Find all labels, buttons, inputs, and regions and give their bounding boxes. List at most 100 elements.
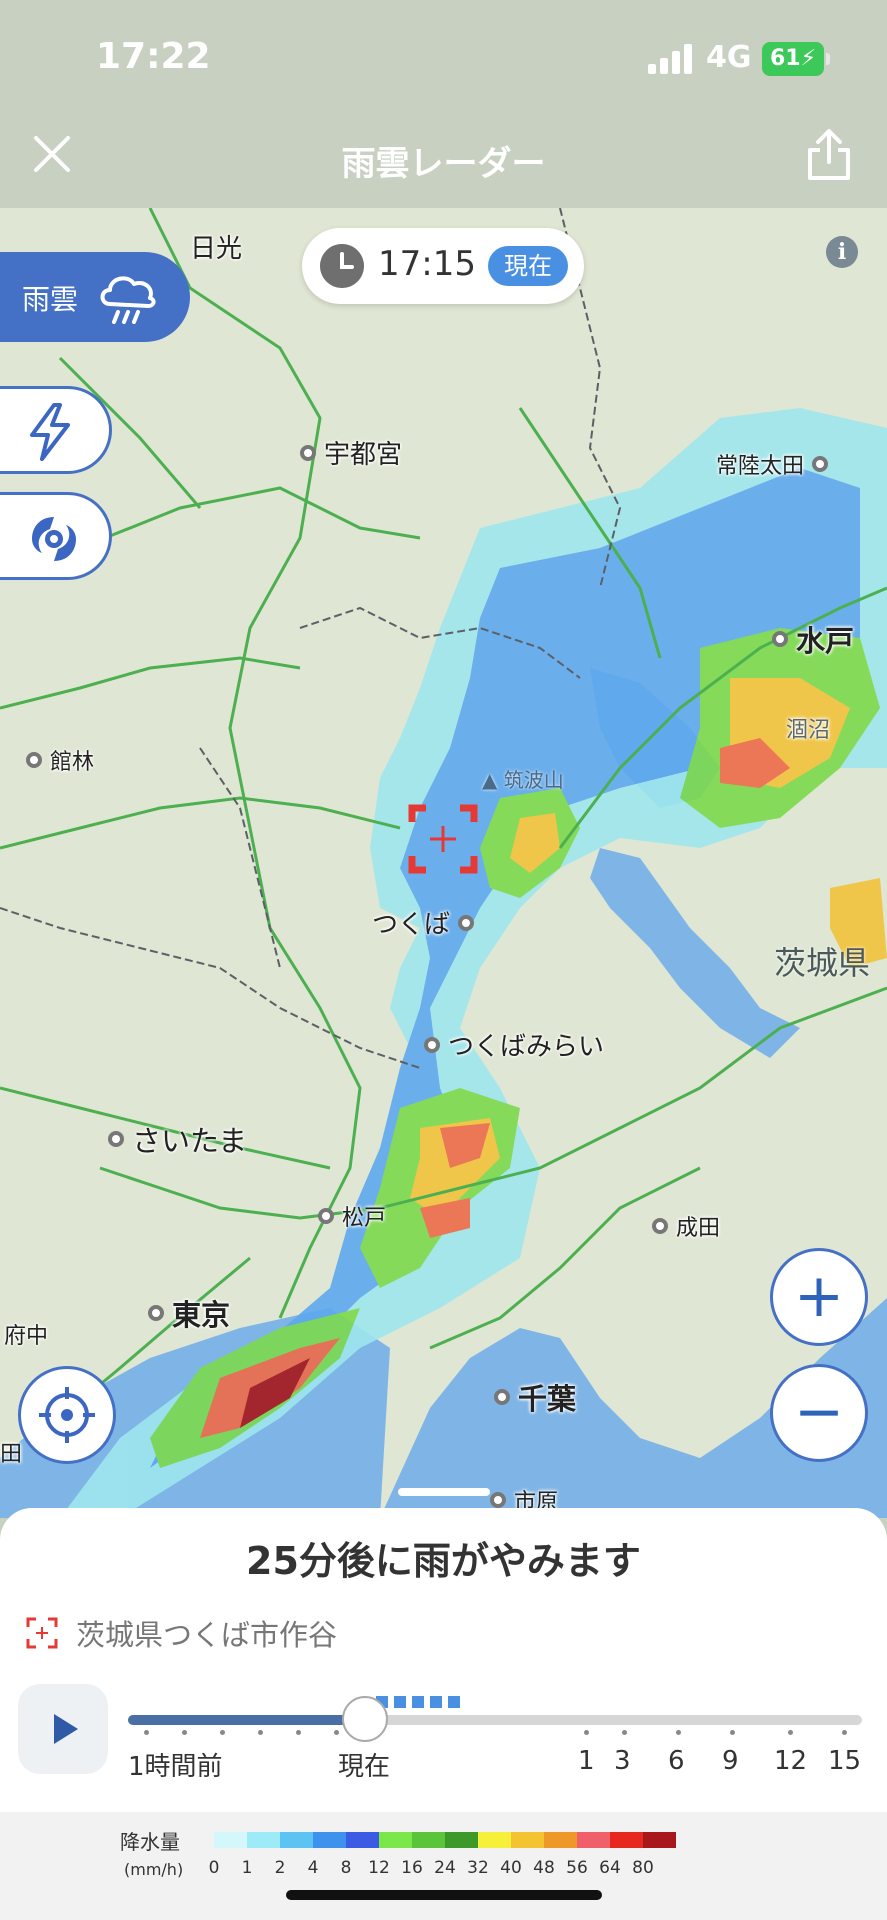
sheet-handle[interactable] <box>398 1488 490 1496</box>
zoom-out-button[interactable]: − <box>770 1364 868 1462</box>
timeline-tick <box>788 1730 793 1735</box>
timeline-tick <box>676 1730 681 1735</box>
city-label: つくばみらい <box>448 1032 605 1062</box>
layer-lightning-button[interactable] <box>0 386 112 474</box>
city-mito: 水戸 <box>772 618 854 660</box>
legend-swatch <box>478 1832 511 1848</box>
layer-rain-label: 雨雲 <box>22 283 79 316</box>
legend-value: 56 <box>566 1858 588 1878</box>
legend-value: 2 <box>274 1858 286 1878</box>
legend-swatch <box>412 1832 445 1848</box>
timeline-label: 6 <box>668 1746 685 1776</box>
layer-rain-button[interactable]: 雨雲 <box>0 252 190 342</box>
timeline-slider[interactable] <box>128 1715 862 1725</box>
city-chiba: 千葉 <box>494 1376 576 1418</box>
city-dot <box>424 1036 440 1053</box>
timeline-label: 現在 <box>338 1752 391 1782</box>
location-target-icon <box>408 804 478 874</box>
forecast-marker <box>448 1696 460 1708</box>
app-header: 雨雲レーダー <box>0 118 887 208</box>
typhoon-icon <box>32 517 76 561</box>
timeline-tick <box>258 1730 263 1735</box>
legend-swatch <box>511 1832 544 1848</box>
current-location-button[interactable] <box>18 1366 116 1464</box>
battery-level: 61 <box>769 46 801 71</box>
rain-cloud-icon <box>100 276 156 324</box>
city-tokyo: 東京 <box>148 1292 230 1334</box>
legend-value: 0 <box>208 1858 220 1878</box>
legend-value: 8 <box>340 1858 352 1878</box>
mountain-name: 筑波山 <box>503 768 564 792</box>
layer-typhoon-button[interactable] <box>0 492 112 580</box>
city-dot <box>652 1218 668 1234</box>
timeline-label: 3 <box>614 1746 631 1776</box>
legend-swatch <box>379 1832 412 1848</box>
forecast-marker <box>394 1696 406 1708</box>
time-indicator[interactable]: 17:15 現在 <box>302 228 584 304</box>
play-icon <box>54 1714 78 1744</box>
legend-value: 40 <box>500 1858 522 1878</box>
share-icon[interactable] <box>806 128 852 182</box>
city-label: 常陸太田 <box>716 454 805 479</box>
city-tatebayashi: 館林 <box>26 744 94 776</box>
zoom-in-button[interactable]: + <box>770 1248 868 1346</box>
mountain-label: ▲ 筑波山 <box>482 768 564 792</box>
timeline-handle[interactable] <box>342 1696 388 1742</box>
city-utsunomiya: 宇都宮 <box>300 434 402 471</box>
timeline-tick <box>842 1730 847 1735</box>
city-dot <box>318 1208 334 1224</box>
battery-icon: 61⚡ <box>762 42 830 76</box>
legend-swatch <box>214 1832 247 1848</box>
legend-swatch <box>544 1832 577 1848</box>
prefecture-label: 茨城県 <box>774 944 871 982</box>
legend-swatch <box>643 1832 676 1848</box>
lake-label: 涸沼 <box>786 712 830 744</box>
legend-swatch <box>280 1832 313 1848</box>
city-hitachiota: 常陸太田 <box>716 448 829 480</box>
timeline-tick <box>730 1730 735 1735</box>
status-time: 17:22 <box>96 36 211 77</box>
location-row[interactable]: 茨城県つくば市作谷 <box>26 1612 337 1654</box>
legend-value: 32 <box>467 1858 489 1878</box>
now-badge: 現在 <box>488 246 568 286</box>
city-nikko: 日光 <box>190 228 242 265</box>
rain-forecast-headline: 25分後に雨がやみます <box>246 1539 641 1583</box>
city-dot <box>494 1389 510 1405</box>
city-dot <box>148 1305 164 1321</box>
timeline-tick <box>182 1730 187 1735</box>
location-name: 茨城県つくば市作谷 <box>76 1618 338 1652</box>
city-label: 松戸 <box>342 1206 387 1231</box>
legend-swatch <box>445 1832 478 1848</box>
legend-swatch <box>610 1832 643 1848</box>
page-title: 雨雲レーダー <box>341 144 546 184</box>
forecast-marker <box>430 1696 442 1708</box>
city-dot <box>458 914 475 931</box>
legend-unit: (mm/h) <box>124 1860 184 1879</box>
lake-name: 涸沼 <box>786 718 831 743</box>
network-type: 4G <box>706 40 752 75</box>
city-label: つくば <box>372 910 451 940</box>
lightning-icon <box>30 403 70 461</box>
legend-value: 24 <box>434 1858 456 1878</box>
city-label: 府中 <box>4 1324 49 1349</box>
status-bar: 17:22 4G 61⚡ <box>0 0 887 118</box>
city-narita: 成田 <box>652 1210 720 1242</box>
city-dot <box>812 456 829 472</box>
radar-map[interactable]: 日光 宇都宮 常陸太田 水戸 館林 つくば つくばみらい さいたま 松戸 成田 … <box>0 208 887 1518</box>
legend-swatch <box>313 1832 346 1848</box>
legend-value: 16 <box>401 1858 423 1878</box>
city-label: 田 <box>0 1442 23 1467</box>
city-label: 館林 <box>50 750 95 775</box>
city-label: 千葉 <box>518 1382 577 1416</box>
timeline-tick <box>622 1730 627 1735</box>
city-label: さいたま <box>132 1124 248 1158</box>
signal-icon <box>648 44 692 74</box>
timeline-tick <box>334 1730 339 1735</box>
city-saitama: さいたま <box>108 1118 247 1160</box>
info-icon[interactable]: i <box>826 236 858 268</box>
play-button[interactable] <box>18 1684 108 1774</box>
legend-title: 降水量 <box>120 1830 180 1854</box>
clock-icon <box>320 244 364 288</box>
home-indicator <box>286 1890 602 1900</box>
city-tsukuba: つくば <box>372 904 475 941</box>
